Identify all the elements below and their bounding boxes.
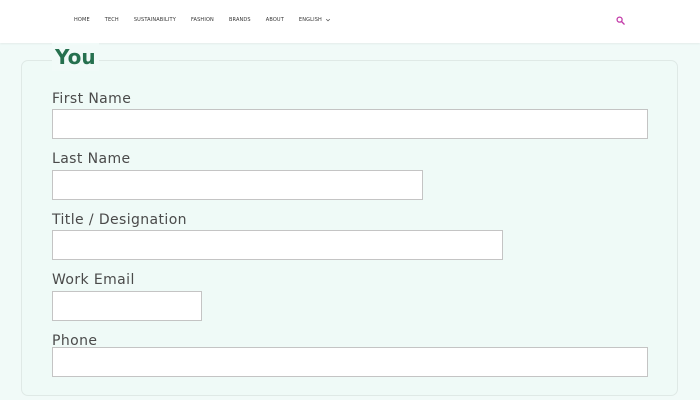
language-selector[interactable]: ENGLISH [299,17,331,23]
nav-brands[interactable]: BRANDS [229,17,251,23]
title-designation-label: Title / Designation [52,212,187,228]
work-email-label: Work Email [52,272,135,288]
language-label: ENGLISH [298,17,322,23]
nav-about[interactable]: ABOUT [266,17,284,23]
search-icon[interactable] [616,16,625,25]
nav-home[interactable]: HOME [74,17,90,23]
header-bar: HOME TECH SUSTAINABILITY FASHION BRANDS … [0,0,700,43]
phone-field[interactable] [52,347,648,377]
fieldset-legend: You [52,43,99,71]
chevron-down-icon [325,18,331,22]
title-designation-field[interactable] [52,230,503,260]
nav-tech[interactable]: TECH [105,17,119,23]
last-name-field[interactable] [52,170,423,200]
first-name-label: First Name [52,91,132,107]
nav-fashion[interactable]: FASHION [191,17,214,23]
nav-sustainability[interactable]: SUSTAINABILITY [134,17,176,23]
work-email-field[interactable] [52,291,202,321]
main-nav: HOME TECH SUSTAINABILITY FASHION BRANDS … [74,17,346,23]
last-name-label: Last Name [52,151,131,167]
first-name-field[interactable] [52,109,648,139]
